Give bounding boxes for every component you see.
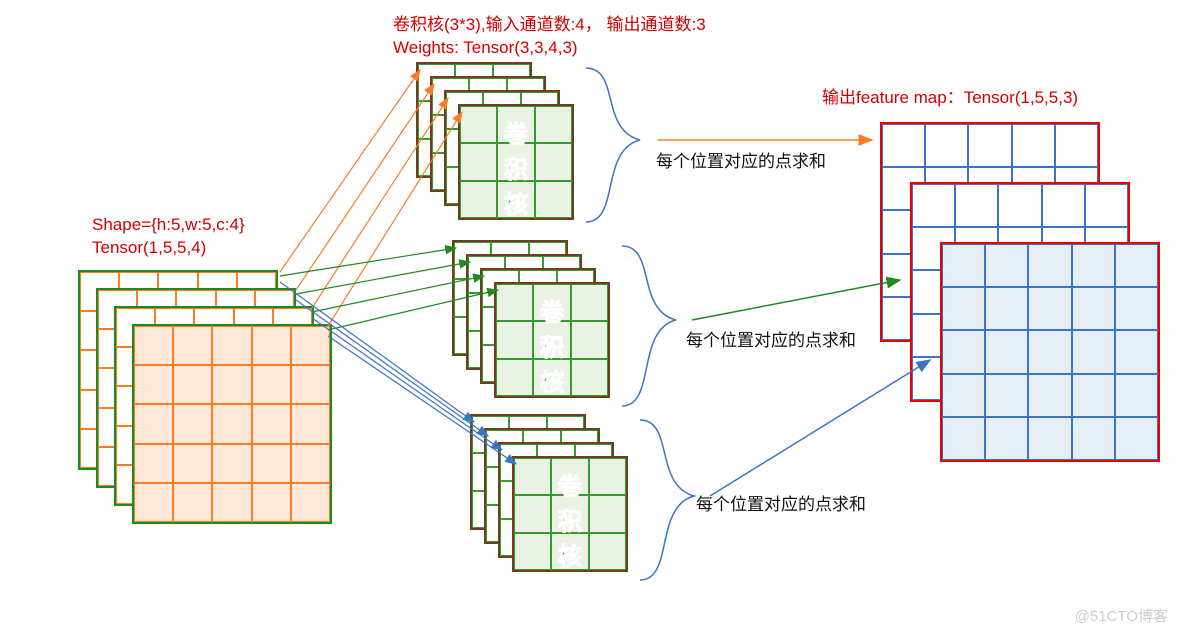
input-shape-label: Shape={h:5,w:5,c:4} Tensor(1,5,5,4) <box>92 214 245 260</box>
kernel-3-layer-4 <box>512 456 628 572</box>
kernel-title-line2: Weights: Tensor(3,3,4,3) <box>393 38 578 57</box>
output-layer-3 <box>940 242 1160 462</box>
input-tensor-text: Tensor(1,5,5,4) <box>92 238 206 257</box>
kernel-1-layer-4 <box>458 104 574 220</box>
input-shape-text: Shape={h:5,w:5,c:4} <box>92 215 245 234</box>
watermark: @51CTO博客 <box>1075 605 1168 626</box>
arrow-label-3: 每个位置对应的点求和 <box>696 490 866 515</box>
kernel-title-line1: 卷积核(3*3),输入通道数:4， 输出通道数:3 <box>393 15 706 34</box>
arrow-label-2: 每个位置对应的点求和 <box>686 326 856 351</box>
output-title: 输出feature map：Tensor(1,5,5,3) <box>822 87 1078 110</box>
input-layer-4 <box>132 324 332 524</box>
arrow-label-1: 每个位置对应的点求和 <box>656 147 826 172</box>
kernel-title: 卷积核(3*3),输入通道数:4， 输出通道数:3 Weights: Tenso… <box>393 14 706 60</box>
kernel-2-layer-4 <box>494 282 610 398</box>
